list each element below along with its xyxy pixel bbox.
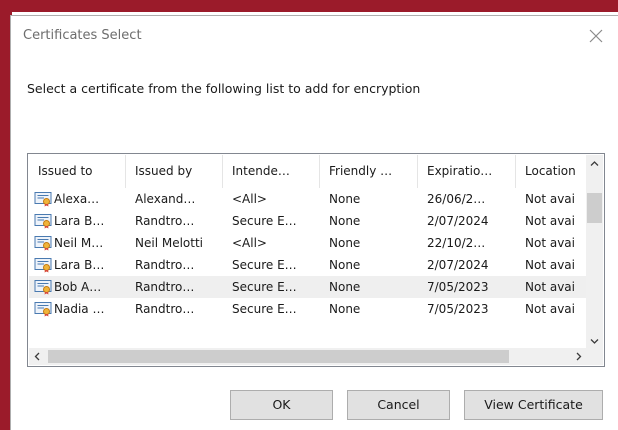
cell-intended-purposes: <All> [232,236,267,250]
cell-expiration-date: 7/05/2023 [427,302,489,316]
cell-expiration-date: 26/06/2… [427,192,486,206]
cell-issued-to: Nadia … [29,298,126,320]
certificate-icon [34,192,52,207]
vertical-scrollbar[interactable] [586,155,603,350]
certificate-icon [34,280,52,295]
dialog-title: Certificates Select [23,28,142,43]
column-header-intended-purposes[interactable]: Intende… [223,155,320,188]
chevron-up-icon [590,161,599,166]
cell-text: Lara B… [54,258,105,272]
scroll-up-button[interactable] [586,155,603,172]
chevron-right-icon [576,352,582,361]
table-row[interactable]: Lara B… Randtro… Secure E… None 2/07/202… [29,210,589,232]
cell-expiration-date: 2/07/2024 [427,214,489,228]
close-button[interactable] [576,18,616,54]
cell-location: Not avai [525,236,575,250]
certificate-rows: Alexa… Alexand… <All> None 26/06/2… Not … [29,188,589,320]
cell-intended-purposes: <All> [232,192,267,206]
table-row[interactable]: Lara B… Randtro… Secure E… None 2/07/202… [29,254,589,276]
chevron-left-icon [34,352,40,361]
cell-issued-to: Alexa… [29,188,126,210]
certificate-icon [34,236,52,251]
cell-location: Not avai [525,214,575,228]
cell-expiration-date: 2/07/2024 [427,258,489,272]
cell-issued-by: Randtro… [135,214,195,228]
horizontal-scroll-thumb[interactable] [48,350,509,363]
view-certificate-button[interactable]: View Certificate [464,390,603,420]
table-row-selected[interactable]: Bob A… Randtro… Secure E… None 7/05/2023… [29,276,589,298]
cell-location: Not avai [525,302,575,316]
cell-friendly-name: None [329,192,361,206]
column-header-issued-by[interactable]: Issued by [126,155,223,188]
certificate-list[interactable]: Issued to Issued by Intende… Friendly … … [27,153,605,367]
cell-text: Alexa… [54,192,100,206]
certificates-select-dialog: Certificates Select Select a certificate… [10,15,618,430]
table-row[interactable]: Alexa… Alexand… <All> None 26/06/2… Not … [29,188,589,210]
cell-issued-by: Randtro… [135,258,195,272]
cell-text: Neil M… [54,236,104,250]
table-row[interactable]: Neil M… Neil Melotti <All> None 22/10/2…… [29,232,589,254]
cell-friendly-name: None [329,302,361,316]
cell-issued-to: Lara B… [29,254,126,276]
table-row[interactable]: Nadia … Randtro… Secure E… None 7/05/202… [29,298,589,320]
column-header-location[interactable]: Location [516,155,589,188]
column-header-friendly-name[interactable]: Friendly … [320,155,418,188]
cell-issued-by: Randtro… [135,280,195,294]
cell-expiration-date: 7/05/2023 [427,280,489,294]
cell-expiration-date: 22/10/2… [427,236,486,250]
cell-issued-by: Neil Melotti [135,236,203,250]
cell-location: Not avai [525,258,575,272]
chevron-down-icon [590,339,599,344]
column-header-issued-to[interactable]: Issued to [29,155,126,188]
close-icon [589,29,603,43]
cell-friendly-name: None [329,280,361,294]
cell-intended-purposes: Secure E… [232,280,297,294]
cell-friendly-name: None [329,258,361,272]
ok-button[interactable]: OK [230,390,333,420]
certificate-icon [34,302,52,317]
cell-issued-by: Randtro… [135,302,195,316]
cell-intended-purposes: Secure E… [232,258,297,272]
horizontal-scrollbar[interactable] [29,348,587,365]
instruction-text: Select a certificate from the following … [27,81,421,96]
cancel-button[interactable]: Cancel [347,390,450,420]
cell-issued-to: Neil M… [29,232,126,254]
certificate-icon [34,214,52,229]
cell-issued-to: Bob A… [29,276,126,298]
scroll-left-button[interactable] [29,348,46,365]
cell-friendly-name: None [329,236,361,250]
cell-location: Not avai [525,280,575,294]
scrollbar-corner [586,348,603,365]
cell-location: Not avai [525,192,575,206]
cell-intended-purposes: Secure E… [232,214,297,228]
background-window-edge-top [0,0,618,12]
scroll-right-button[interactable] [570,348,587,365]
cell-text: Lara B… [54,214,105,228]
title-bar: Certificates Select [11,16,618,56]
cell-intended-purposes: Secure E… [232,302,297,316]
cell-text: Nadia … [54,302,105,316]
cell-friendly-name: None [329,214,361,228]
certificate-icon [34,258,52,273]
cell-text: Bob A… [54,280,102,294]
column-header-expiration-date[interactable]: Expiratio… [418,155,516,188]
cell-issued-by: Alexand… [135,192,196,206]
vertical-scroll-thumb[interactable] [587,193,602,223]
cell-issued-to: Lara B… [29,210,126,232]
column-headers: Issued to Issued by Intende… Friendly … … [29,155,589,188]
